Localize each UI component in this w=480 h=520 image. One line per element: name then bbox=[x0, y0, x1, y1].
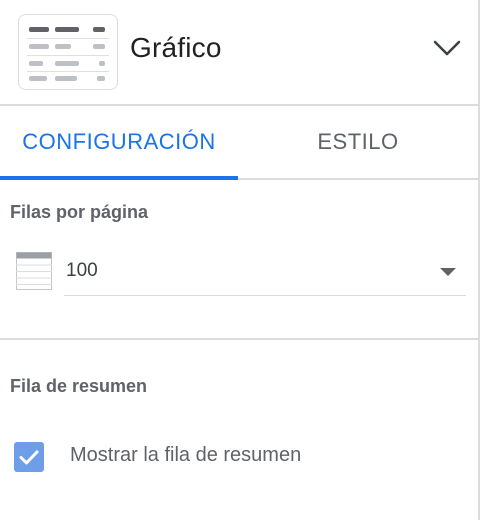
summary-row-title: Fila de resumen bbox=[10, 376, 148, 396]
thumb-divider bbox=[27, 71, 109, 72]
rows-per-page-title: Filas por página bbox=[10, 202, 149, 222]
thumb-cell bbox=[29, 76, 47, 81]
show-summary-row-checkbox[interactable] bbox=[14, 442, 44, 472]
tab-bar: CONFIGURACIÓN ESTILO bbox=[0, 106, 478, 180]
chart-header: Gráfico bbox=[0, 0, 478, 106]
thumb-cell bbox=[55, 76, 77, 81]
thumb-cell bbox=[29, 44, 49, 49]
table-chart-icon[interactable] bbox=[18, 14, 118, 90]
checkmark-icon bbox=[19, 450, 39, 465]
thumb-header-cell bbox=[29, 27, 49, 32]
thumb-header-cell bbox=[55, 27, 79, 32]
tab-configuracion[interactable]: CONFIGURACIÓN bbox=[0, 106, 238, 178]
thumb-divider bbox=[27, 55, 109, 56]
thumb-divider bbox=[27, 38, 109, 39]
table-rows-icon bbox=[16, 252, 52, 290]
rows-per-page-value: 100 bbox=[66, 260, 98, 281]
thumb-cell bbox=[99, 61, 105, 66]
chevron-down-icon[interactable] bbox=[432, 38, 462, 58]
rows-per-page-select[interactable]: 100 bbox=[64, 246, 466, 296]
thumb-cell bbox=[97, 76, 105, 81]
thumb-cell bbox=[29, 61, 43, 66]
dropdown-arrow-icon bbox=[440, 268, 456, 276]
thumb-cell bbox=[55, 44, 71, 49]
show-summary-row-label[interactable]: Mostrar la fila de resumen bbox=[70, 444, 301, 467]
chart-properties-panel: Gráfico CONFIGURACIÓN ESTILO Filas por p… bbox=[0, 0, 480, 520]
rows-per-page-section: Filas por página 100 bbox=[0, 180, 478, 340]
chart-type-title: Gráfico bbox=[130, 32, 222, 63]
summary-row-section: Fila de resumen Mostrar la fila de resum… bbox=[0, 340, 478, 520]
tab-estilo[interactable]: ESTILO bbox=[238, 106, 478, 178]
thumb-cell bbox=[55, 61, 79, 66]
thumb-header-cell bbox=[93, 27, 105, 32]
thumb-cell bbox=[93, 44, 105, 49]
